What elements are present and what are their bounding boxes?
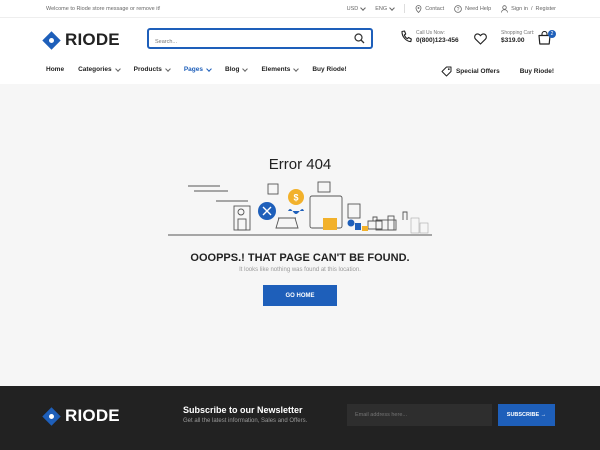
nav-label: Blog	[225, 66, 240, 73]
nav-label: Elements	[261, 66, 291, 73]
top-bar: Welcome to Riode store message or remove…	[0, 0, 600, 18]
search-box	[147, 28, 373, 51]
call-label: Call Us Now:	[416, 30, 445, 36]
call-us[interactable]: Call Us Now: 0(800)123-456	[400, 30, 459, 44]
special-offers-label: Special Offers	[455, 68, 500, 75]
footer: RIODE Subscribe to our Newsletter Get al…	[0, 386, 600, 450]
main-nav: Home Categories Products Pages Blog Elem…	[0, 60, 600, 84]
language-select[interactable]: ENG	[375, 4, 396, 12]
go-home-button[interactable]: GO HOME	[263, 285, 337, 306]
not-found-heading: OOOPPS.! THAT PAGE CAN'T BE FOUND.	[190, 252, 410, 264]
newsletter-email-input[interactable]	[347, 404, 492, 426]
chevron-down-icon	[293, 65, 300, 72]
special-offers-link[interactable]: Special Offers	[441, 66, 500, 77]
svg-text:$: $	[293, 193, 298, 203]
chevron-down-icon	[165, 65, 171, 72]
register-link[interactable]: Register	[536, 6, 556, 12]
svg-text:?: ?	[457, 6, 460, 12]
phone-icon	[401, 30, 412, 43]
currency-label: USD	[346, 5, 359, 12]
nav-label: Pages	[183, 66, 203, 73]
nav-item-home[interactable]: Home	[46, 66, 64, 73]
chevron-down-icon	[389, 4, 396, 11]
newsletter-title: Subscribe to our Newsletter	[183, 405, 303, 415]
help-label: Need Help	[465, 5, 492, 12]
chevron-down-icon	[114, 65, 121, 72]
search-icon[interactable]	[354, 33, 365, 44]
error-illustration: $	[168, 181, 432, 236]
phone-number: 0(800)123-456	[416, 37, 459, 44]
not-found-subtext: It looks like nothing was found at this …	[239, 267, 361, 273]
account-links: Sign in / Register	[501, 4, 556, 13]
nav-label: Products	[133, 66, 162, 73]
buy-riode-label: Buy Riode!	[519, 68, 554, 75]
nav-item-pages[interactable]: Pages	[183, 65, 212, 73]
signin-link[interactable]: Sign in	[511, 6, 528, 12]
header: RIODE Call Us Now: 0(800)123-456 Shoppin…	[0, 18, 600, 60]
search-input[interactable]	[149, 33, 329, 51]
buy-riode-link[interactable]: Buy Riode!	[520, 68, 554, 75]
welcome-message: Welcome to Riode store message or remove…	[46, 6, 161, 12]
newsletter: Subscribe to our Newsletter Get all the …	[183, 405, 307, 424]
logo-text: RIODE	[65, 30, 120, 49]
nav-item-blog[interactable]: Blog	[225, 65, 249, 73]
footer-logo-text: RIODE	[65, 406, 120, 425]
subscribe-button[interactable]: SUBSCRIBE →	[498, 404, 555, 426]
newsletter-subtitle: Get all the latest information, Sales an…	[183, 418, 308, 424]
chevron-down-icon	[242, 65, 249, 72]
contact-link[interactable]: Contact	[415, 4, 445, 13]
currency-select[interactable]: USD	[346, 4, 367, 12]
chevron-down-icon	[206, 65, 212, 72]
user-icon	[501, 4, 509, 13]
contact-label: Contact	[425, 5, 445, 12]
help-circle-icon: ?	[454, 4, 462, 12]
nav-label: Home	[46, 66, 65, 73]
nav-item-buy-riode[interactable]: Buy Riode!	[312, 66, 346, 73]
nav-item-categories[interactable]: Categories	[78, 65, 121, 73]
help-link[interactable]: ? Need Help	[454, 4, 492, 13]
nav-item-products[interactable]: Products	[133, 65, 171, 73]
cart-count-badge: 2	[548, 30, 556, 38]
logo-mark-icon	[42, 30, 61, 50]
footer-logo[interactable]: RIODE	[42, 406, 120, 426]
language-label: ENG	[375, 5, 388, 12]
divider	[404, 4, 406, 13]
map-pin-icon	[415, 4, 422, 13]
nav-item-elements[interactable]: Elements	[261, 65, 300, 73]
nav-label: Categories	[78, 66, 112, 73]
logo[interactable]: RIODE	[42, 30, 120, 50]
tag-icon	[441, 66, 452, 77]
slash-separator: /	[530, 5, 533, 12]
logo-mark-icon	[42, 406, 61, 426]
cart-label: Shopping Cart:	[501, 30, 535, 36]
heart-icon[interactable]	[474, 33, 487, 45]
nav-label: Buy Riode!	[312, 66, 347, 73]
chevron-down-icon	[360, 4, 367, 11]
error-title: Error 404	[268, 156, 332, 173]
cart-total: $319.00	[501, 37, 525, 44]
cart-summary[interactable]: Shopping Cart: $319.00	[501, 30, 534, 44]
